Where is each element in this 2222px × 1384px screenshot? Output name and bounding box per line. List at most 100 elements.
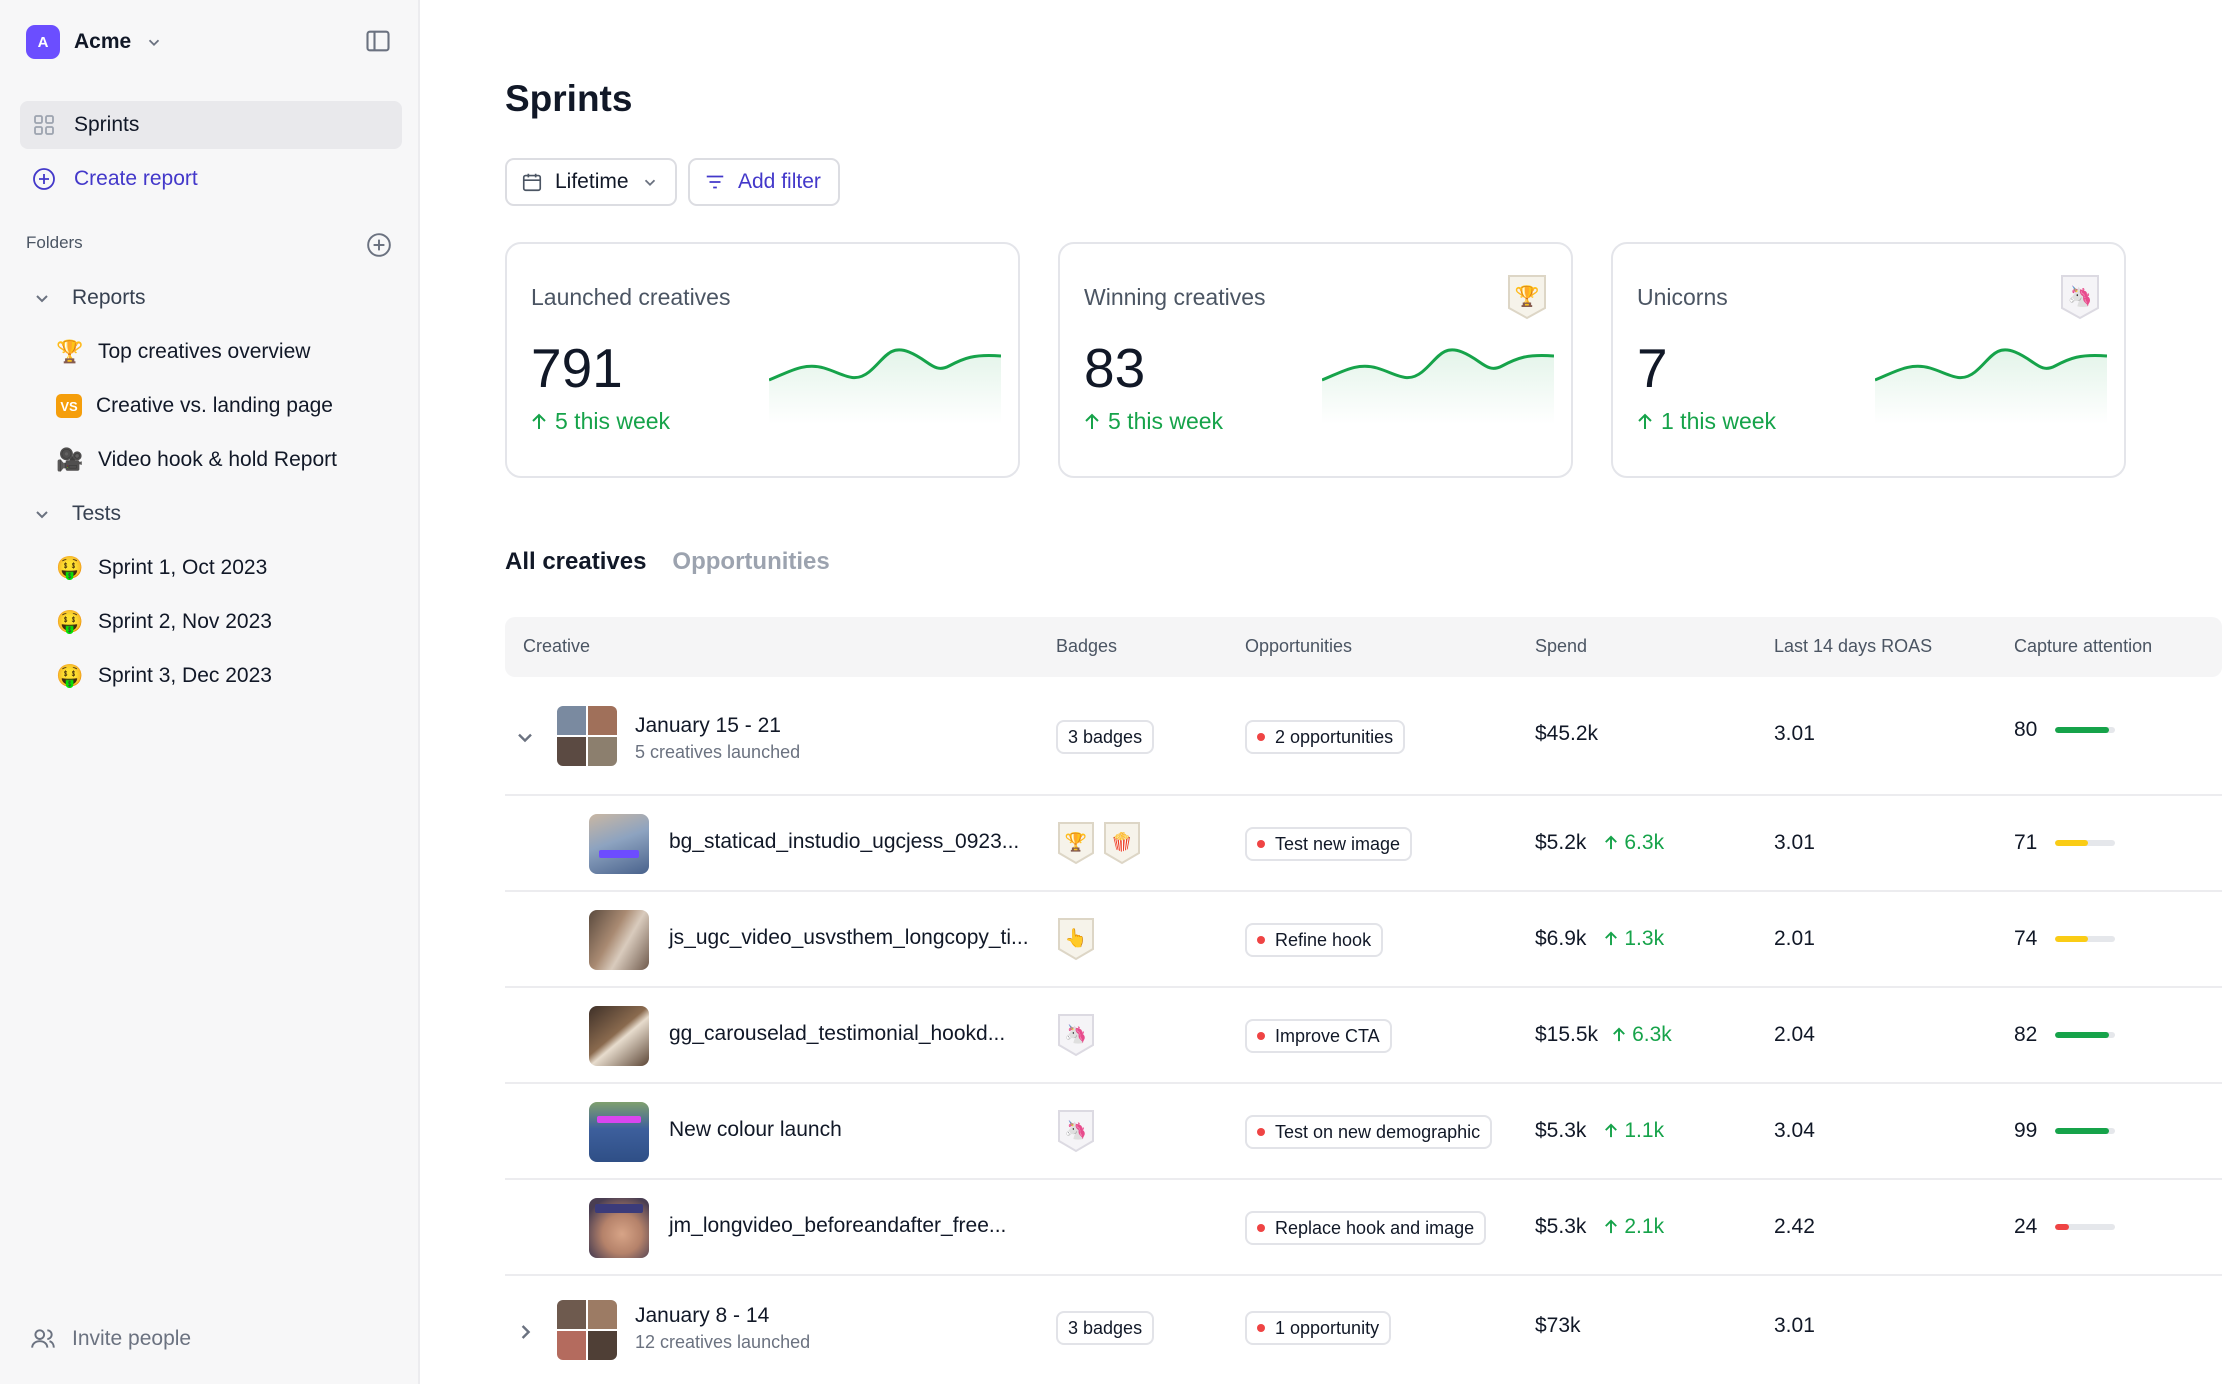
- sidebar-item-video-hook-report[interactable]: 🎥 Video hook & hold Report: [56, 442, 337, 478]
- opportunity-pill: Improve CTA: [1245, 1019, 1392, 1053]
- kpi-value: 83: [1084, 337, 1146, 399]
- badges-count[interactable]: 3 badges: [1056, 1311, 1155, 1345]
- attention-bar-fill: [2055, 1128, 2110, 1134]
- table-row[interactable]: js_ugc_video_usvsthem_longcopy_ti... 👆 R…: [505, 892, 2222, 988]
- group-title: January 8 - 14: [635, 1304, 770, 1327]
- opportunity-cell[interactable]: Test on new demographic: [1245, 1115, 1493, 1149]
- table-row[interactable]: jm_longvideo_beforeandafter_free... Repl…: [505, 1180, 2222, 1276]
- attention-bar: [2055, 1128, 2116, 1134]
- add-filter-label: Add filter: [738, 170, 821, 193]
- arrow-up-icon: [1613, 1027, 1625, 1042]
- users-icon: [31, 1329, 55, 1348]
- column-header-creative[interactable]: Creative: [523, 636, 590, 657]
- opportunity-label: Refine hook: [1275, 929, 1372, 950]
- folder-reports-label: Reports: [72, 286, 146, 309]
- red-dot-icon: [1257, 1032, 1265, 1040]
- creative-name[interactable]: bg_staticad_instudio_ugcjess_0923...: [669, 830, 1019, 854]
- attention-bar-fill: [2055, 936, 2089, 942]
- red-dot-icon: [1257, 1224, 1265, 1232]
- chevron-right-icon[interactable]: [513, 1320, 537, 1344]
- sidebar-item-sprint-1[interactable]: 🤑 Sprint 1, Oct 2023: [56, 550, 267, 586]
- workspace-avatar: A: [26, 25, 60, 59]
- creative-name[interactable]: gg_carouselad_testimonial_hookd...: [669, 1022, 1005, 1046]
- column-header-roas[interactable]: Last 14 days ROAS: [1774, 636, 1932, 657]
- badges-count[interactable]: 3 badges: [1056, 720, 1155, 754]
- creative-name[interactable]: New colour launch: [669, 1118, 842, 1142]
- arrow-up-icon: [1605, 931, 1618, 946]
- column-header-spend[interactable]: Spend: [1535, 636, 1587, 657]
- roas-value: 2.42: [1774, 1215, 1815, 1238]
- opportunity-cell[interactable]: Improve CTA: [1245, 1019, 1392, 1053]
- create-report-button[interactable]: Create report: [20, 155, 402, 203]
- table-row[interactable]: New colour launch 🦄 Test on new demograp…: [505, 1084, 2222, 1180]
- workspace-switcher[interactable]: A Acme: [26, 24, 163, 60]
- column-header-attention[interactable]: Capture attention: [2014, 636, 2152, 657]
- kpi-delta: 5 this week: [531, 408, 670, 435]
- folder-tests[interactable]: Tests: [32, 496, 121, 532]
- unicorn-badge-icon: 🦄: [1058, 1014, 1094, 1057]
- roas-cell: 3.01: [1774, 831, 1815, 855]
- svg-text:🦄: 🦄: [2068, 284, 2093, 308]
- sidebar-item-creative-vs-landing[interactable]: VS Creative vs. landing page: [56, 388, 333, 424]
- column-header-opportunities[interactable]: Opportunities: [1245, 636, 1352, 657]
- creative-thumbnail: [589, 1102, 649, 1162]
- table-group-row[interactable]: January 15 - 21 5 creatives launched 3 b…: [505, 678, 2222, 796]
- chevron-down-icon[interactable]: [513, 725, 537, 749]
- arrow-up-icon: [1085, 413, 1099, 429]
- creative-name[interactable]: jm_longvideo_beforeandafter_free...: [669, 1214, 1006, 1238]
- video-camera-icon: 🎥: [56, 447, 84, 472]
- kpi-card-winning: Winning creatives 83 5 this week 🏆: [1058, 242, 1573, 478]
- column-header-badges[interactable]: Badges: [1056, 636, 1117, 657]
- add-folder-icon[interactable]: [366, 232, 392, 258]
- spend-cell: $73k: [1535, 1314, 1581, 1338]
- vs-icon: VS: [56, 394, 82, 418]
- spend-delta-text: 2.1k: [1624, 1215, 1665, 1238]
- spend-cell: $45.2k: [1535, 722, 1598, 746]
- table-row[interactable]: bg_staticad_instudio_ugcjess_0923... 🏆 🍿…: [505, 796, 2222, 892]
- attention-bar: [2055, 1032, 2116, 1038]
- trophy-icon: 🏆: [56, 339, 84, 364]
- opportunity-cell[interactable]: Test new image: [1245, 827, 1413, 861]
- sidebar-item-sprint-2[interactable]: 🤑 Sprint 2, Nov 2023: [56, 604, 272, 640]
- invite-people-button[interactable]: Invite people: [30, 1326, 191, 1352]
- attention-bar: [2055, 727, 2116, 733]
- sidebar-item-sprint-3[interactable]: 🤑 Sprint 3, Dec 2023: [56, 658, 272, 694]
- tab-opportunities[interactable]: Opportunities: [672, 548, 829, 576]
- table-row[interactable]: gg_carouselad_testimonial_hookd... 🦄 Imp…: [505, 988, 2222, 1084]
- opportunity-cell[interactable]: Replace hook and image: [1245, 1211, 1487, 1245]
- spend-value: $45.2k: [1535, 722, 1599, 745]
- opportunities-count[interactable]: 1 opportunity: [1245, 1311, 1392, 1345]
- attention-bar: [2055, 936, 2116, 942]
- nav-sprints[interactable]: Sprints: [20, 101, 402, 149]
- spend-value: $73k: [1535, 1314, 1581, 1337]
- main-content: Sprints Lifetime Add filter Launched cre…: [422, 0, 2222, 1384]
- creative-thumbnail: [589, 910, 649, 970]
- roas-cell: 2.01: [1774, 927, 1815, 951]
- kpi-label: Unicorns: [1637, 284, 1728, 310]
- folder-reports[interactable]: Reports: [32, 280, 146, 316]
- attention-bar: [2055, 840, 2116, 846]
- sparkline: [1322, 348, 1554, 424]
- opportunity-cell[interactable]: Refine hook: [1245, 923, 1384, 957]
- group-info: January 15 - 21 5 creatives launched: [635, 714, 800, 763]
- svg-text:🦄: 🦄: [1065, 1023, 1087, 1044]
- money-mouth-face-icon: 🤑: [56, 555, 84, 580]
- creative-thumbnail: [589, 814, 649, 874]
- sidebar-toggle-icon[interactable]: [364, 27, 392, 55]
- attention-bar-fill: [2055, 727, 2110, 733]
- creative-name[interactable]: js_ugc_video_usvsthem_longcopy_ti...: [669, 926, 1029, 950]
- add-filter-button[interactable]: Add filter: [688, 158, 840, 206]
- opportunities-label: 2 opportunities: [1275, 726, 1394, 747]
- attention-cell: 82: [2014, 1023, 2116, 1047]
- date-range-dropdown[interactable]: Lifetime: [505, 158, 677, 206]
- arrow-up-icon: [1605, 1123, 1618, 1138]
- opportunities-count[interactable]: 2 opportunities: [1245, 720, 1406, 754]
- sidebar-item-top-creatives-overview[interactable]: 🏆 Top creatives overview: [56, 334, 310, 370]
- money-mouth-face-icon: 🤑: [56, 609, 84, 634]
- sidebar-item-label: Sprint 1, Oct 2023: [98, 556, 268, 579]
- opportunity-label: Replace hook and image: [1275, 1217, 1475, 1238]
- table-header: Creative Badges Opportunities Spend Last…: [505, 617, 2222, 677]
- plus-circle-icon: [32, 167, 56, 191]
- tab-all-creatives[interactable]: All creatives: [505, 548, 646, 576]
- table-group-row[interactable]: January 8 - 14 12 creatives launched 3 b…: [505, 1276, 2222, 1384]
